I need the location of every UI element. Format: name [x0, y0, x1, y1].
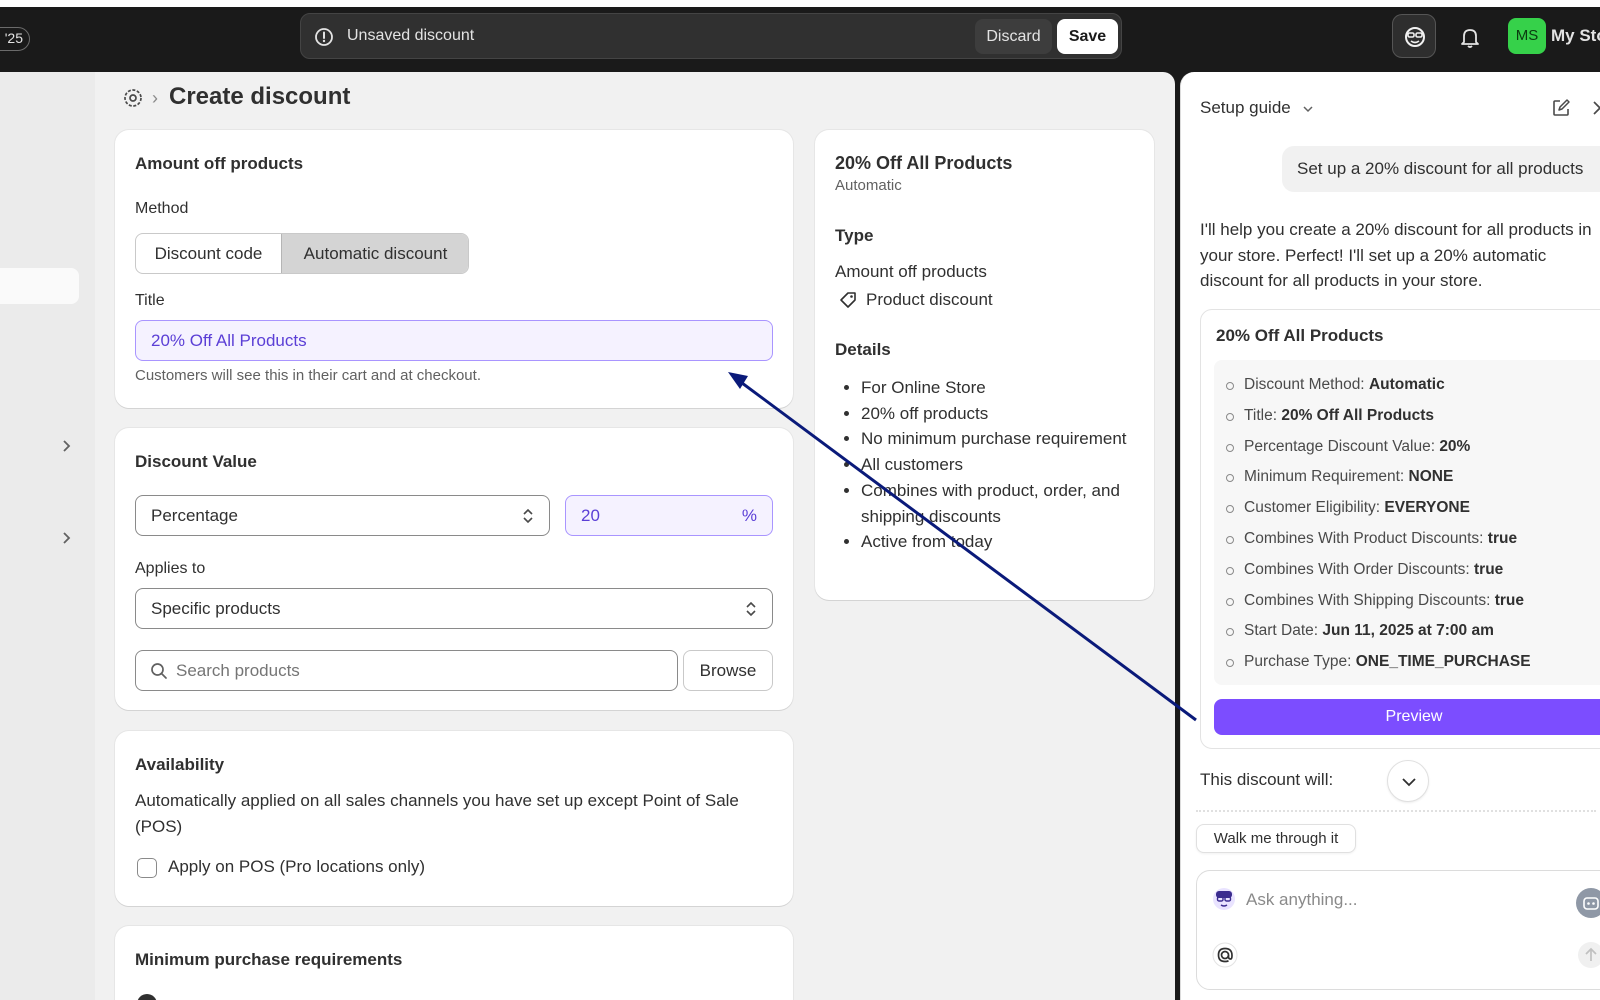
discount-will-label: This discount will: [1200, 770, 1334, 789]
card-title: Minimum purchase requirements [135, 950, 403, 969]
preview-button[interactable]: Preview [1214, 699, 1600, 735]
bot-icon [1583, 897, 1599, 910]
card-title: Amount off products [135, 154, 304, 173]
title-input[interactable]: 20% Off All Products [135, 320, 773, 361]
list-item: Customer Eligibility: EVERYONE [1214, 493, 1531, 524]
chevron-right-icon[interactable] [58, 438, 74, 454]
search-icon [151, 663, 167, 679]
applies-to-select[interactable]: Specific products [135, 588, 773, 629]
details-list: For Online Store 20% off products No min… [843, 375, 1143, 555]
arrow-up-icon [1585, 947, 1597, 961]
card-title: Discount Value [135, 452, 257, 471]
mention-icon[interactable] [1212, 942, 1238, 968]
discount-amount-value: 20 [581, 506, 600, 525]
automatic-discount-option[interactable]: Automatic discount [281, 234, 468, 273]
tag-icon [840, 292, 856, 308]
top-edge [0, 0, 1600, 7]
list-item: 20% off products [861, 401, 1143, 427]
top-bar: '25 Unsaved discount Discard Save MS My [0, 0, 1600, 72]
list-item: Percentage Discount Value: 20% [1214, 432, 1531, 463]
page-title: Create discount [169, 83, 351, 110]
close-icon[interactable] [1590, 98, 1600, 118]
applies-to-label: Applies to [135, 560, 206, 577]
panel-title[interactable]: Setup guide [1200, 98, 1291, 118]
sidekick-avatar-icon [1213, 888, 1235, 910]
ask-input[interactable] [1246, 888, 1546, 912]
left-sidebar [0, 72, 95, 1000]
walk-me-through-button[interactable]: Walk me through it [1196, 824, 1356, 853]
assistant-reply: I'll help you create a 20% discount for … [1200, 220, 1592, 291]
discount-amount-input[interactable]: 20 % [565, 495, 773, 536]
list-item: All customers [861, 452, 1143, 478]
bell-icon[interactable] [1455, 22, 1485, 52]
avatar[interactable]: MS [1508, 18, 1546, 54]
summary-subtitle: Automatic [835, 177, 902, 194]
preview-fields-list: Discount Method: Automatic Title: 20% Of… [1214, 370, 1531, 678]
discard-button[interactable]: Discard [975, 19, 1052, 54]
search-input[interactable] [176, 659, 656, 683]
chevron-down-icon[interactable] [1302, 103, 1314, 115]
percent-suffix: % [741, 506, 757, 525]
sidekick-button[interactable] [1392, 14, 1436, 58]
title-help-text: Customers will see this in their cart an… [135, 367, 481, 384]
title-label: Title [135, 292, 165, 309]
applies-to-value: Specific products [151, 599, 281, 618]
list-item: For Online Store [861, 375, 1143, 401]
select-arrows-icon [746, 601, 756, 617]
discount-code-option[interactable]: Discount code [136, 234, 281, 273]
chevron-down-icon [1402, 778, 1416, 787]
list-item: Combines With Product Discounts: true [1214, 524, 1531, 555]
method-segmented-control: Discount code Automatic discount [135, 233, 469, 274]
list-item: Combines with product, order, and shippi… [861, 478, 1143, 529]
type-value: Amount off products [835, 262, 987, 281]
divider [1196, 810, 1596, 816]
assistant-mode-button[interactable] [1576, 888, 1600, 918]
pos-checkbox[interactable] [137, 858, 157, 878]
breadcrumb-separator: › [152, 88, 158, 108]
alert-circle-icon [315, 28, 333, 46]
availability-text: Automatically applied on all sales chann… [135, 791, 739, 836]
pos-checkbox-label[interactable]: Apply on POS (Pro locations only) [168, 857, 425, 877]
discount-type-value: Percentage [151, 506, 238, 525]
preview-card-title: 20% Off All Products [1216, 326, 1384, 345]
user-message: Set up a 20% discount for all products [1282, 146, 1600, 192]
list-item: Combines With Shipping Discounts: true [1214, 586, 1531, 617]
discount-type-select[interactable]: Percentage [135, 495, 550, 536]
title-input-value: 20% Off All Products [151, 331, 307, 350]
sidebar-item-selected[interactable] [0, 268, 79, 304]
save-button[interactable]: Save [1057, 19, 1118, 54]
browse-label: Browse [699, 661, 757, 680]
list-item: Start Date: Jun 11, 2025 at 7:00 am [1214, 616, 1531, 647]
year-badge[interactable]: '25 [0, 27, 30, 51]
store-name[interactable]: My Store [1551, 26, 1600, 46]
chevron-right-icon[interactable] [58, 530, 74, 546]
list-item: Minimum Requirement: NONE [1214, 462, 1531, 493]
unsaved-label: Unsaved discount [347, 27, 475, 44]
list-item: Combines With Order Discounts: true [1214, 555, 1531, 586]
select-arrows-icon [523, 508, 533, 524]
browse-button[interactable]: Browse [683, 650, 773, 691]
card-title: Availability [135, 755, 225, 774]
discount-settings-icon[interactable] [122, 87, 144, 109]
expand-button[interactable] [1387, 760, 1429, 802]
details-heading: Details [835, 340, 891, 359]
list-item: Discount Method: Automatic [1214, 370, 1531, 401]
unsaved-changes-bar: Unsaved discount Discard Save [300, 13, 1122, 59]
new-chat-icon[interactable] [1551, 98, 1571, 118]
list-item: Title: 20% Off All Products [1214, 401, 1531, 432]
summary-title: 20% Off All Products [835, 153, 1013, 173]
type-heading: Type [835, 226, 874, 245]
list-item: No minimum purchase requirement [861, 426, 1143, 452]
list-item: Active from today [861, 529, 1143, 555]
method-label: Method [135, 200, 189, 217]
send-button[interactable] [1578, 942, 1600, 968]
sidekick-face-icon [1405, 27, 1425, 47]
type-tag: Product discount [866, 290, 993, 309]
list-item: Purchase Type: ONE_TIME_PURCHASE [1214, 647, 1531, 678]
search-products-field[interactable] [135, 650, 678, 691]
